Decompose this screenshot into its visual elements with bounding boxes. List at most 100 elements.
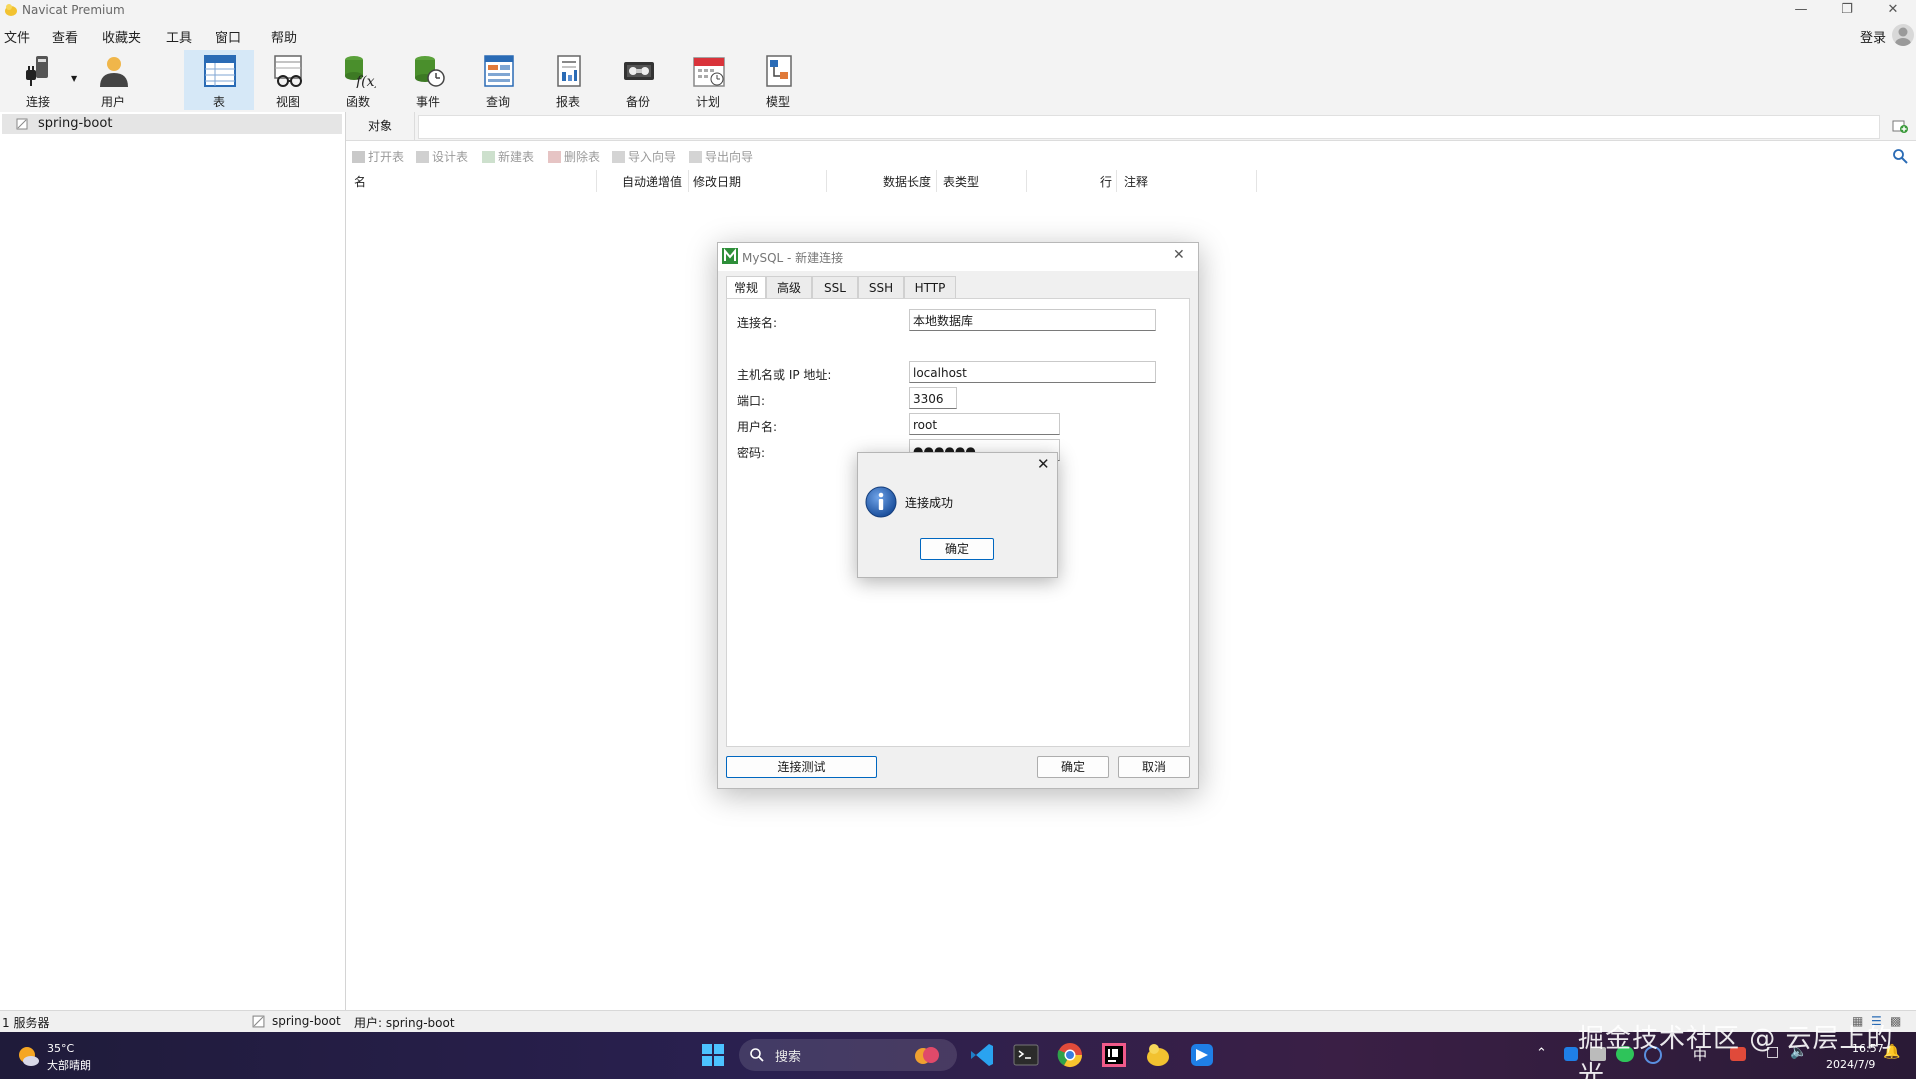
- intellij-taskbar-icon[interactable]: [1099, 1040, 1129, 1070]
- toolbar-query-button[interactable]: 查询: [465, 50, 531, 110]
- dropdown-arrow-icon[interactable]: ▼: [71, 74, 77, 83]
- table-header: 名 自动递增值 修改日期 数据长度 表类型 行 注释: [346, 170, 1257, 193]
- navicat-icon: [1147, 1044, 1169, 1066]
- username-field[interactable]: root: [909, 413, 1060, 435]
- toolbar-report-button[interactable]: 报表: [535, 50, 601, 110]
- dialog-close-icon[interactable]: ✕: [1173, 247, 1185, 263]
- dialog-cancel-button[interactable]: 取消: [1118, 756, 1190, 778]
- connection-icon: [16, 118, 28, 130]
- action-label: 设计表: [432, 150, 469, 164]
- connection-name-label: 连接名:: [737, 316, 778, 330]
- toolbar-backup-button[interactable]: 备份: [605, 50, 671, 110]
- dialog-ok-button[interactable]: 确定: [1037, 756, 1109, 778]
- tab-http[interactable]: HTTP: [904, 276, 956, 299]
- host-field[interactable]: localhost: [909, 361, 1156, 383]
- design-table-button[interactable]: 设计表: [416, 148, 468, 165]
- import-wizard-button[interactable]: 导入向导: [612, 148, 676, 165]
- tray-app-icon[interactable]: [1564, 1047, 1578, 1061]
- chrome-taskbar-icon[interactable]: [1055, 1040, 1085, 1070]
- menu-help[interactable]: 帮助: [271, 27, 297, 46]
- column-divider[interactable]: [688, 170, 689, 192]
- column-header-table-type[interactable]: 表类型: [943, 173, 979, 193]
- connection-name-field[interactable]: 本地数据库: [909, 309, 1156, 331]
- report-icon: [557, 55, 581, 87]
- toolbar-label: 用户: [100, 95, 125, 109]
- column-divider[interactable]: [596, 170, 597, 192]
- toolbar-label: 函数: [345, 95, 370, 109]
- login-link[interactable]: 登录: [1860, 27, 1886, 46]
- search-icon[interactable]: [1892, 148, 1908, 164]
- toolbar-model-button[interactable]: 模型: [745, 50, 811, 110]
- windows-start-icon[interactable]: [701, 1043, 725, 1067]
- terminal-taskbar-icon[interactable]: [1011, 1040, 1041, 1070]
- toolbar-label: 视图: [275, 95, 300, 109]
- close-window-button[interactable]: ✕: [1870, 0, 1916, 22]
- toolbar-connect-button[interactable]: 连接 ▼: [5, 50, 77, 110]
- menu-view[interactable]: 查看: [52, 27, 78, 46]
- toolbar-event-button[interactable]: 事件: [395, 50, 461, 110]
- avatar[interactable]: [1892, 24, 1914, 46]
- column-header-name[interactable]: 名: [354, 173, 366, 193]
- column-header-comment[interactable]: 注释: [1124, 173, 1148, 193]
- toolbar-table-button[interactable]: 表: [184, 50, 254, 110]
- menu-tools[interactable]: 工具: [166, 27, 192, 46]
- title-bar: Navicat Premium — ❐ ✕: [0, 0, 1916, 22]
- restore-button[interactable]: ❐: [1824, 0, 1870, 22]
- export-icon: [689, 151, 702, 163]
- open-table-button[interactable]: 打开表: [352, 148, 404, 165]
- toolbar-view-button[interactable]: 视图: [255, 50, 321, 110]
- action-label: 新建表: [498, 150, 535, 164]
- toolbar-function-button[interactable]: f(x) 函数: [325, 50, 391, 110]
- show-hidden-icons[interactable]: ⌃: [1536, 1046, 1547, 1061]
- toolbar-schedule-button[interactable]: 计划: [675, 50, 741, 110]
- port-field[interactable]: 3306: [909, 387, 957, 409]
- host-label: 主机名或 IP 地址:: [737, 368, 832, 382]
- column-divider[interactable]: [1116, 170, 1117, 192]
- column-divider[interactable]: [936, 170, 937, 192]
- connection-plug-icon: [26, 56, 48, 86]
- tab-ssl[interactable]: SSL: [812, 276, 858, 299]
- tab-ssh[interactable]: SSH: [858, 276, 904, 299]
- column-header-rows[interactable]: 行: [1100, 173, 1112, 193]
- toolbar-label: 备份: [625, 95, 650, 109]
- new-table-icon: [482, 151, 495, 163]
- search-placeholder: 搜索: [775, 1050, 802, 1065]
- column-header-data-length[interactable]: 数据长度: [883, 173, 931, 193]
- table-icon: [204, 55, 236, 87]
- vscode-taskbar-icon[interactable]: [967, 1040, 997, 1070]
- navicat-taskbar-icon[interactable]: [1143, 1040, 1173, 1070]
- column-header-auto-increment[interactable]: 自动递增值: [622, 173, 682, 193]
- search-icon: [750, 1048, 764, 1062]
- column-divider[interactable]: [1026, 170, 1027, 192]
- column-divider[interactable]: [1256, 170, 1257, 192]
- column-header-modified-date[interactable]: 修改日期: [693, 173, 741, 193]
- tree-item-label: spring-boot: [38, 116, 113, 131]
- user-icon: [100, 57, 128, 87]
- tab-objects[interactable]: 对象: [346, 112, 415, 140]
- tab-advanced[interactable]: 高级: [766, 276, 812, 299]
- taskbar-search-box[interactable]: 搜索: [739, 1039, 957, 1071]
- weather-sun-icon[interactable]: [16, 1044, 40, 1068]
- menu-favorites[interactable]: 收藏夹: [102, 27, 141, 46]
- server-count: 1 服务器: [2, 1016, 50, 1030]
- search-highlight-icon: [915, 1047, 939, 1064]
- menu-file[interactable]: 文件: [4, 27, 30, 46]
- message-close-icon[interactable]: ✕: [1037, 455, 1050, 473]
- tree-item-spring-boot[interactable]: spring-boot: [2, 114, 342, 134]
- new-tab-icon[interactable]: [1892, 118, 1908, 134]
- message-ok-button[interactable]: 确定: [920, 538, 994, 560]
- delete-table-button[interactable]: 删除表: [548, 148, 600, 165]
- toolbar-user-button[interactable]: 用户: [80, 50, 146, 110]
- column-divider[interactable]: [826, 170, 827, 192]
- query-icon: [484, 55, 514, 87]
- menu-window[interactable]: 窗口: [215, 27, 241, 46]
- test-connection-button[interactable]: 连接测试: [726, 756, 877, 778]
- feishu-taskbar-icon[interactable]: [1187, 1040, 1217, 1070]
- new-table-button[interactable]: 新建表: [482, 148, 534, 165]
- export-wizard-button[interactable]: 导出向导: [689, 148, 753, 165]
- info-icon: [865, 486, 897, 518]
- tab-general[interactable]: 常规: [726, 276, 766, 300]
- design-table-icon: [416, 151, 429, 163]
- dialog-title-bar[interactable]: MySQL - 新建连接 ✕: [718, 243, 1198, 271]
- minimize-button[interactable]: —: [1778, 0, 1824, 22]
